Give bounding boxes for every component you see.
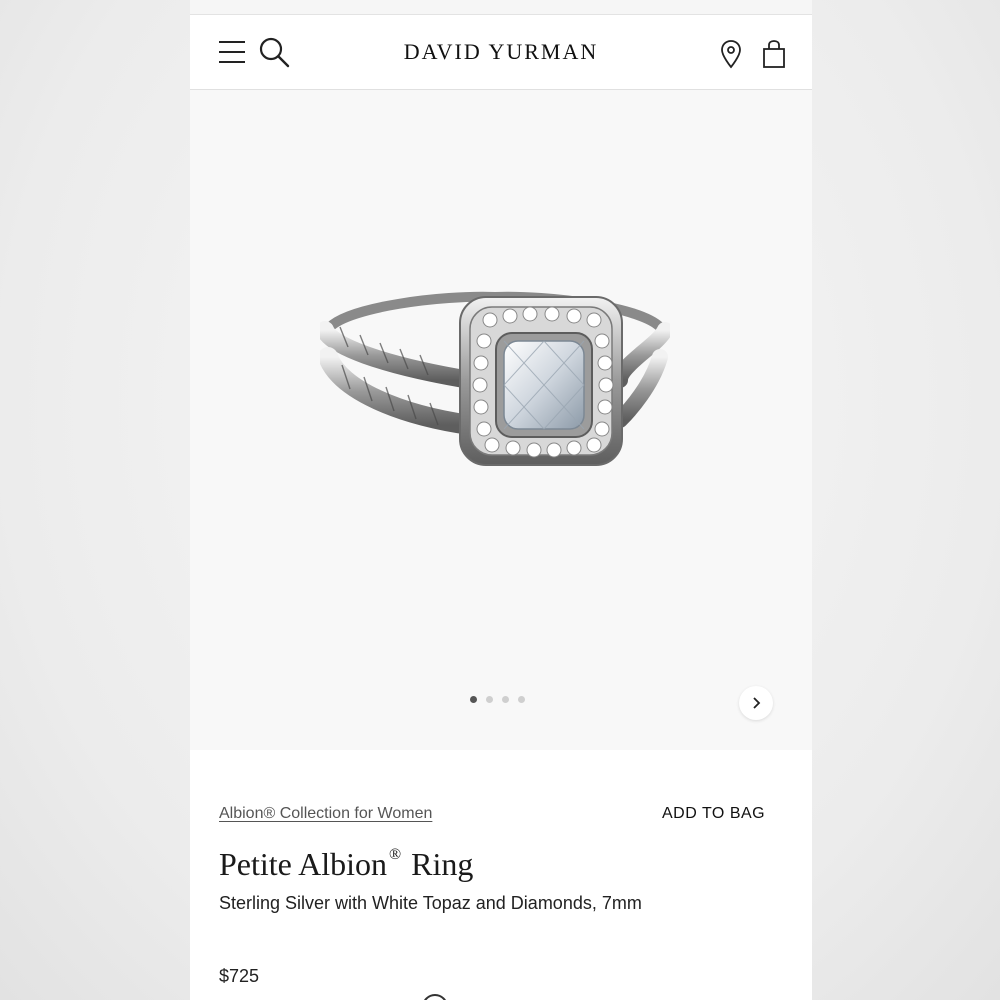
next-image-button[interactable]	[739, 686, 773, 720]
phone-screen: DAVID YURMAN Albion® Collection for Wome…	[190, 0, 812, 1000]
carousel-dot-2[interactable]	[486, 696, 493, 703]
product-image-gallery[interactable]	[190, 90, 812, 750]
shopping-bag-icon[interactable]	[762, 39, 786, 69]
carousel-dot-1[interactable]	[470, 696, 477, 703]
ring-product-image[interactable]	[320, 285, 670, 485]
product-price: $725	[219, 966, 260, 986]
add-to-bag-button[interactable]: ADD TO BAG	[662, 805, 765, 823]
registered-mark: ®	[389, 846, 402, 864]
location-icon[interactable]	[720, 39, 742, 69]
chevron-right-icon	[753, 697, 761, 709]
product-title-end: Ring	[411, 846, 474, 882]
product-title: Petite Albion ® Ring	[219, 846, 473, 883]
status-strip	[190, 0, 812, 15]
partial-circle-control[interactable]	[422, 994, 448, 1000]
product-subtitle: Sterling Silver with White Topaz and Dia…	[219, 893, 642, 913]
carousel-dot-4[interactable]	[518, 696, 525, 703]
product-details: Albion® Collection for Women ADD TO BAG …	[190, 750, 812, 1000]
brand-logo[interactable]: DAVID YURMAN	[190, 39, 812, 65]
carousel-dot-3[interactable]	[502, 696, 509, 703]
site-header: DAVID YURMAN	[190, 15, 812, 90]
carousel-dots	[470, 696, 525, 703]
collection-link[interactable]: Albion® Collection for Women	[219, 805, 432, 823]
product-title-main: Petite Albion	[219, 846, 387, 882]
